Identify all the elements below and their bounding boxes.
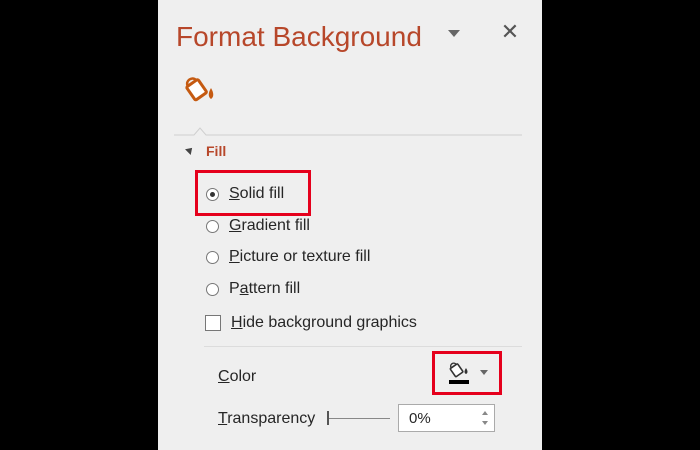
radio-solid-fill[interactable]: Solid fill <box>206 184 284 204</box>
checkbox[interactable] <box>205 315 221 331</box>
tab-divider <box>174 127 522 136</box>
radio-gradient-fill[interactable]: Gradient fill <box>206 216 310 236</box>
collapse-caret-icon[interactable] <box>185 145 195 155</box>
chevron-down-icon[interactable] <box>480 370 488 375</box>
transparency-slider[interactable] <box>324 410 390 428</box>
radio-label-solid-fill: Solid fill <box>229 185 285 202</box>
paint-bucket-fill-icon[interactable] <box>182 72 218 108</box>
separator <box>204 346 522 347</box>
radio-label-gradient-fill: Gradient fill <box>229 217 310 234</box>
close-icon[interactable]: ✕ <box>498 20 522 44</box>
transparency-spinbox[interactable]: 0% <box>398 404 495 432</box>
radio-button[interactable] <box>206 219 219 233</box>
radio-label-picture-texture-fill: Picture or texture fill <box>229 248 371 265</box>
radio-picture-texture-fill[interactable]: Picture or texture fill <box>206 247 370 267</box>
pane-title: Format Background <box>176 21 422 52</box>
radio-button[interactable] <box>206 282 219 296</box>
radio-button-checked[interactable] <box>206 187 219 201</box>
checkbox-label: Hide background graphics <box>231 314 417 331</box>
dropdown-arrow-icon[interactable] <box>448 30 460 37</box>
radio-button[interactable] <box>206 250 219 264</box>
radio-label-pattern-fill: Pattern fill <box>229 280 301 297</box>
paint-bucket-icon <box>449 362 469 384</box>
color-label: Color <box>218 368 257 385</box>
color-swatch <box>449 380 469 384</box>
slider-thumb[interactable] <box>327 411 329 425</box>
hide-background-graphics[interactable]: Hide background graphics <box>205 312 417 334</box>
color-picker-button[interactable] <box>445 358 495 388</box>
transparency-value[interactable]: 0% <box>409 410 431 427</box>
fill-section-title[interactable]: Fill <box>206 143 226 159</box>
slider-track[interactable] <box>328 418 390 419</box>
radio-pattern-fill[interactable]: Pattern fill <box>206 279 300 299</box>
format-background-pane: Format Background ✕ Fill Solid fill Grad… <box>158 0 542 450</box>
spin-up-icon[interactable] <box>482 411 488 415</box>
transparency-label: Transparency <box>218 410 316 427</box>
spin-down-icon[interactable] <box>482 421 488 425</box>
